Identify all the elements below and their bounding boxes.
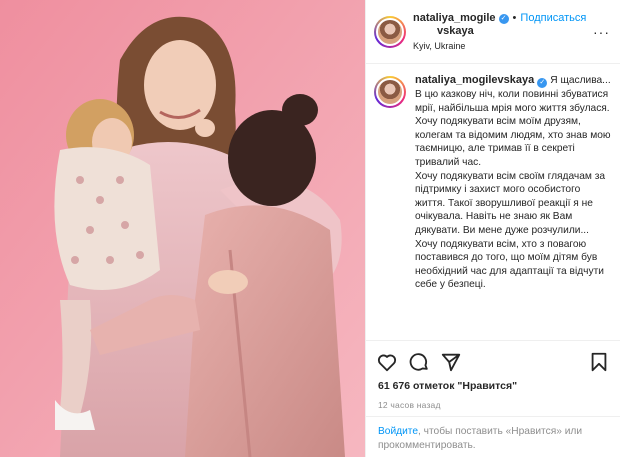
separator-dot: • (512, 12, 517, 24)
share-icon[interactable] (440, 351, 462, 373)
post-time[interactable]: 12 часов назад (378, 400, 441, 410)
author-avatar[interactable] (374, 15, 406, 48)
caption-text: Я щаслива... В цю казкову ніч, коли пови… (415, 75, 611, 291)
caption-username[interactable]: nataliya_mogilevskaya (415, 74, 534, 86)
follow-button[interactable]: Подписаться (520, 12, 586, 25)
author-line: nataliya_mogile ✓ • Подписаться (413, 12, 586, 25)
heart-icon[interactable] (376, 351, 398, 373)
author-info: nataliya_mogile ✓ • Подписаться vskaya K… (413, 12, 586, 51)
verified-badge-icon: ✓ (537, 78, 548, 88)
author-username[interactable]: nataliya_mogile (413, 12, 496, 25)
caption-body: nataliya_mogilevskaya ✓ Я щаслива... В цю … (415, 74, 612, 340)
login-link[interactable]: Войдите (378, 426, 418, 437)
post-caption: nataliya_mogilevskaya ✓ Я щаслива... В цю … (366, 64, 620, 340)
post-side-panel: nataliya_mogile ✓ • Подписаться vskaya K… (365, 0, 620, 457)
comment-icon[interactable] (408, 351, 430, 373)
more-options-icon[interactable]: ··· (593, 24, 610, 40)
photo-illustration (0, 0, 365, 457)
login-prompt: Войдите, чтобы поставить «Нравится» или … (366, 416, 620, 453)
instagram-post: nataliya_mogile ✓ • Подписаться vskaya K… (0, 0, 620, 457)
post-photo[interactable] (0, 0, 365, 457)
verified-badge-icon: ✓ (498, 14, 509, 24)
caption-author-avatar[interactable] (374, 76, 406, 108)
avatar-photo (376, 17, 404, 46)
likes-count[interactable]: 61 676 отметок "Нравится" (378, 380, 517, 392)
post-header: nataliya_mogile ✓ • Подписаться vskaya K… (366, 0, 620, 64)
post-location[interactable]: Kyiv, Ukraine (413, 41, 586, 51)
post-actions (366, 340, 620, 380)
author-username-continued[interactable]: vskaya (437, 25, 586, 38)
bookmark-icon[interactable] (588, 351, 610, 373)
avatar-photo (376, 78, 404, 106)
